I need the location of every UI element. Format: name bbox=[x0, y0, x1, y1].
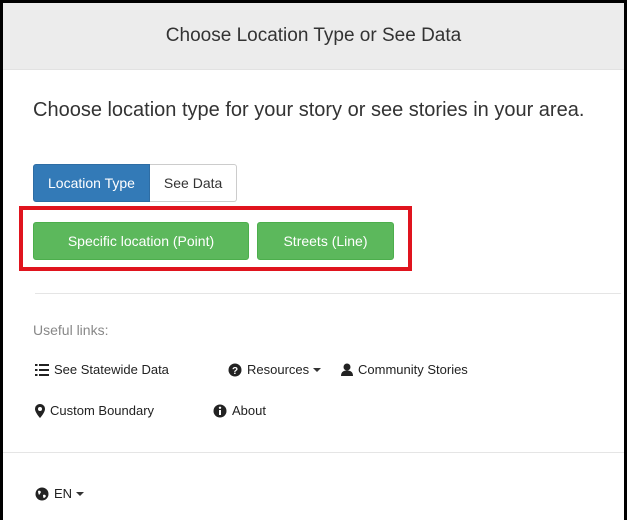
tab-location-type[interactable]: Location Type bbox=[33, 164, 150, 202]
specific-location-point-button[interactable]: Specific location (Point) bbox=[33, 222, 249, 260]
useful-links-label: Useful links: bbox=[33, 322, 109, 338]
modal-frame: Choose Location Type or See Data Choose … bbox=[0, 0, 627, 520]
svg-text:?: ? bbox=[232, 366, 238, 377]
divider bbox=[35, 293, 621, 294]
see-statewide-data-link[interactable]: See Statewide Data bbox=[35, 362, 169, 377]
resources-dropdown[interactable]: ? Resources bbox=[228, 362, 322, 377]
chevron-down-icon bbox=[76, 491, 85, 496]
link-label: Custom Boundary bbox=[50, 403, 155, 418]
modal-header: Choose Location Type or See Data bbox=[3, 3, 624, 70]
community-stories-link[interactable]: Community Stories bbox=[341, 362, 468, 377]
link-label: Community Stories bbox=[358, 362, 468, 377]
about-link[interactable]: About bbox=[213, 403, 266, 418]
footer-divider bbox=[3, 452, 624, 453]
map-marker-icon bbox=[35, 403, 45, 418]
location-tabs: Location Type See Data bbox=[33, 164, 238, 202]
language-dropdown[interactable]: EN bbox=[35, 486, 85, 501]
tab-see-data[interactable]: See Data bbox=[149, 164, 238, 202]
button-label: Specific location (Point) bbox=[67, 233, 215, 249]
tab-label: See Data bbox=[163, 175, 223, 191]
modal-title: Choose Location Type or See Data bbox=[165, 25, 462, 46]
tab-label: Location Type bbox=[48, 175, 135, 191]
custom-boundary-link[interactable]: Custom Boundary bbox=[35, 403, 154, 418]
user-icon bbox=[341, 363, 353, 376]
chevron-down-icon bbox=[313, 367, 322, 372]
streets-line-button[interactable]: Streets (Line) bbox=[257, 222, 394, 260]
question-circle-icon: ? bbox=[228, 363, 242, 377]
link-label: See Statewide Data bbox=[54, 362, 169, 377]
list-icon bbox=[35, 363, 49, 376]
link-label: About bbox=[232, 403, 266, 418]
globe-icon bbox=[35, 487, 49, 500]
link-label: Resources bbox=[247, 362, 310, 377]
info-circle-icon bbox=[213, 404, 227, 417]
prompt-text: Choose location type for your story or s… bbox=[33, 99, 585, 121]
button-label: Streets (Line) bbox=[283, 233, 368, 249]
language-label: EN bbox=[54, 486, 73, 501]
modal-body: Choose location type for your story or s… bbox=[3, 99, 624, 501]
